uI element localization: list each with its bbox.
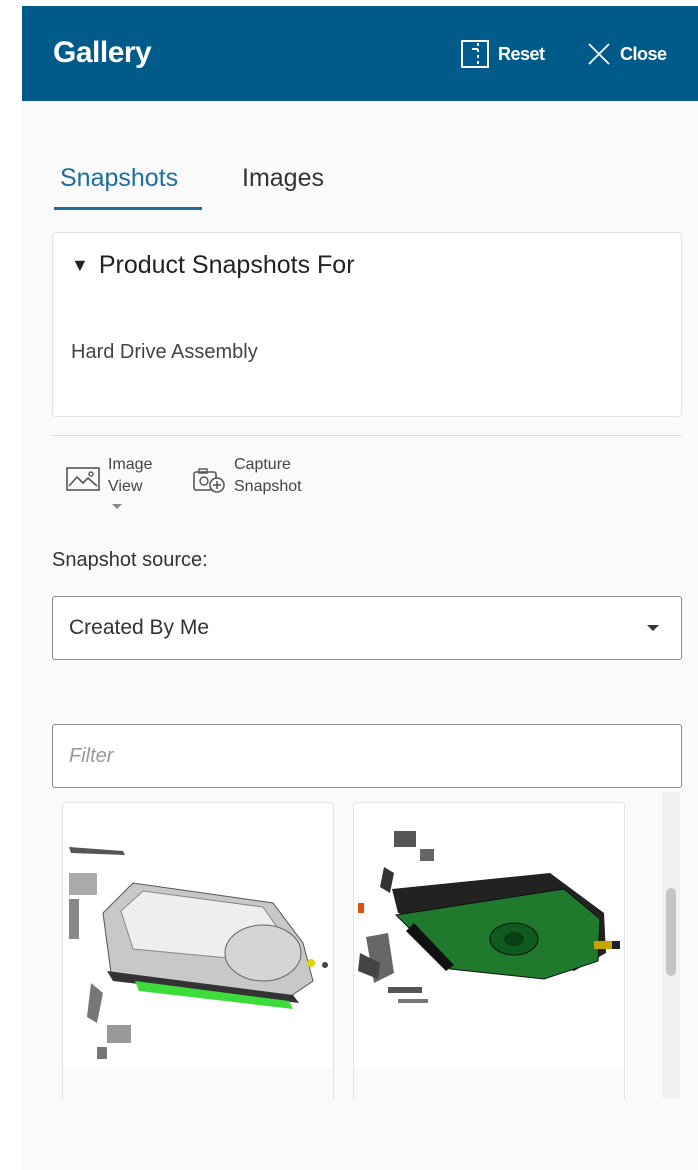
hard-drive-exploded-icon [69,847,328,1059]
close-label: Close [620,43,667,64]
image-view-line1: Image [108,456,153,473]
image-view-line2: View [108,478,143,495]
capture-line1: Capture [234,456,291,473]
camera-add-icon [193,468,225,493]
product-name: Hard Drive Assembly [71,341,258,363]
reset-button[interactable]: Reset [460,39,545,69]
gallery-panel: Gallery Reset Close Snapshots Images ▼ P… [22,6,698,1170]
reset-icon [461,40,489,68]
chevron-down-icon [112,504,122,509]
scrollbar-thumb[interactable] [666,888,676,976]
header-bar: Gallery Reset Close [22,6,698,101]
product-snapshots-card: ▼ Product Snapshots For Hard Drive Assem… [52,232,682,417]
hard-drive-board-icon [358,831,620,1003]
filter-field[interactable] [52,724,682,788]
capture-snapshot-label: Capture Snapshot [234,454,302,498]
reset-label: Reset [498,43,545,64]
tab-snapshots[interactable]: Snapshots [60,164,178,193]
snapshot-card[interactable] [62,802,334,1099]
card-heading: Product Snapshots For [98,251,355,279]
page-title: Gallery [53,36,152,69]
collapse-toggle[interactable]: ▼ Product Snapshots For [71,251,355,280]
close-button[interactable]: Close [586,39,667,69]
active-tab-indicator [54,207,202,210]
snapshot-card[interactable] [353,802,625,1099]
image-icon [66,467,100,491]
snapshot-source-select[interactable]: Created By Me [52,596,682,660]
triangle-down-icon: ▼ [71,255,89,275]
image-view-button[interactable]: Image View [66,454,176,514]
divider [52,435,682,436]
snapshot-card-footer [354,1068,624,1099]
snapshot-card-footer [63,1068,333,1099]
capture-snapshot-button[interactable]: Capture Snapshot [192,454,332,514]
snapshot-source-label: Snapshot source: [52,549,208,571]
image-view-label: Image View [108,454,152,498]
close-icon [588,43,610,65]
scrollbar[interactable] [662,792,680,1098]
snapshot-source-value: Created By Me [69,616,210,639]
tab-images[interactable]: Images [242,164,324,193]
dropdown-arrow-icon [647,625,659,631]
filter-input[interactable] [67,739,661,773]
capture-line2: Snapshot [234,478,302,495]
